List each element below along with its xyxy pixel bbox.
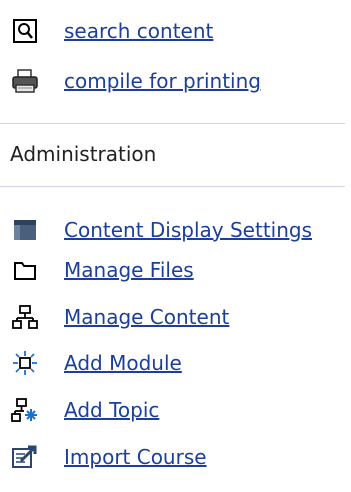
content-display-settings-row[interactable]: Content Display Settings [0,213,312,247]
manage-files-row[interactable]: Manage Files [0,253,194,287]
content-display-settings-link[interactable]: Content Display Settings [64,218,312,242]
add-topic-link[interactable]: Add Topic [64,398,159,422]
add-module-icon [8,346,42,380]
administration-heading: Administration [10,142,157,166]
add-topic-icon [8,393,42,427]
search-content-row[interactable]: search content [0,14,213,48]
add-module-link[interactable]: Add Module [64,351,182,375]
search-content-link[interactable]: search content [64,19,213,43]
tree-structure-icon [8,300,42,334]
folder-icon [8,253,42,287]
divider [0,123,345,124]
manage-content-link[interactable]: Manage Content [64,305,229,329]
course-tools-panel: search content compile for printing Admi… [0,0,351,492]
content-display-settings-icon [8,213,42,247]
import-course-link[interactable]: Import Course [64,445,207,469]
manage-files-link[interactable]: Manage Files [64,258,194,282]
compile-for-printing-link[interactable]: compile for printing [64,69,261,93]
import-course-row[interactable]: Import Course [0,440,207,474]
add-topic-row[interactable]: Add Topic [0,393,159,427]
search-icon [8,14,42,48]
compile-for-printing-row[interactable]: compile for printing [0,64,261,98]
add-module-row[interactable]: Add Module [0,346,182,380]
divider [0,186,345,187]
import-course-icon [8,440,42,474]
printer-icon [8,64,42,98]
manage-content-row[interactable]: Manage Content [0,300,229,334]
